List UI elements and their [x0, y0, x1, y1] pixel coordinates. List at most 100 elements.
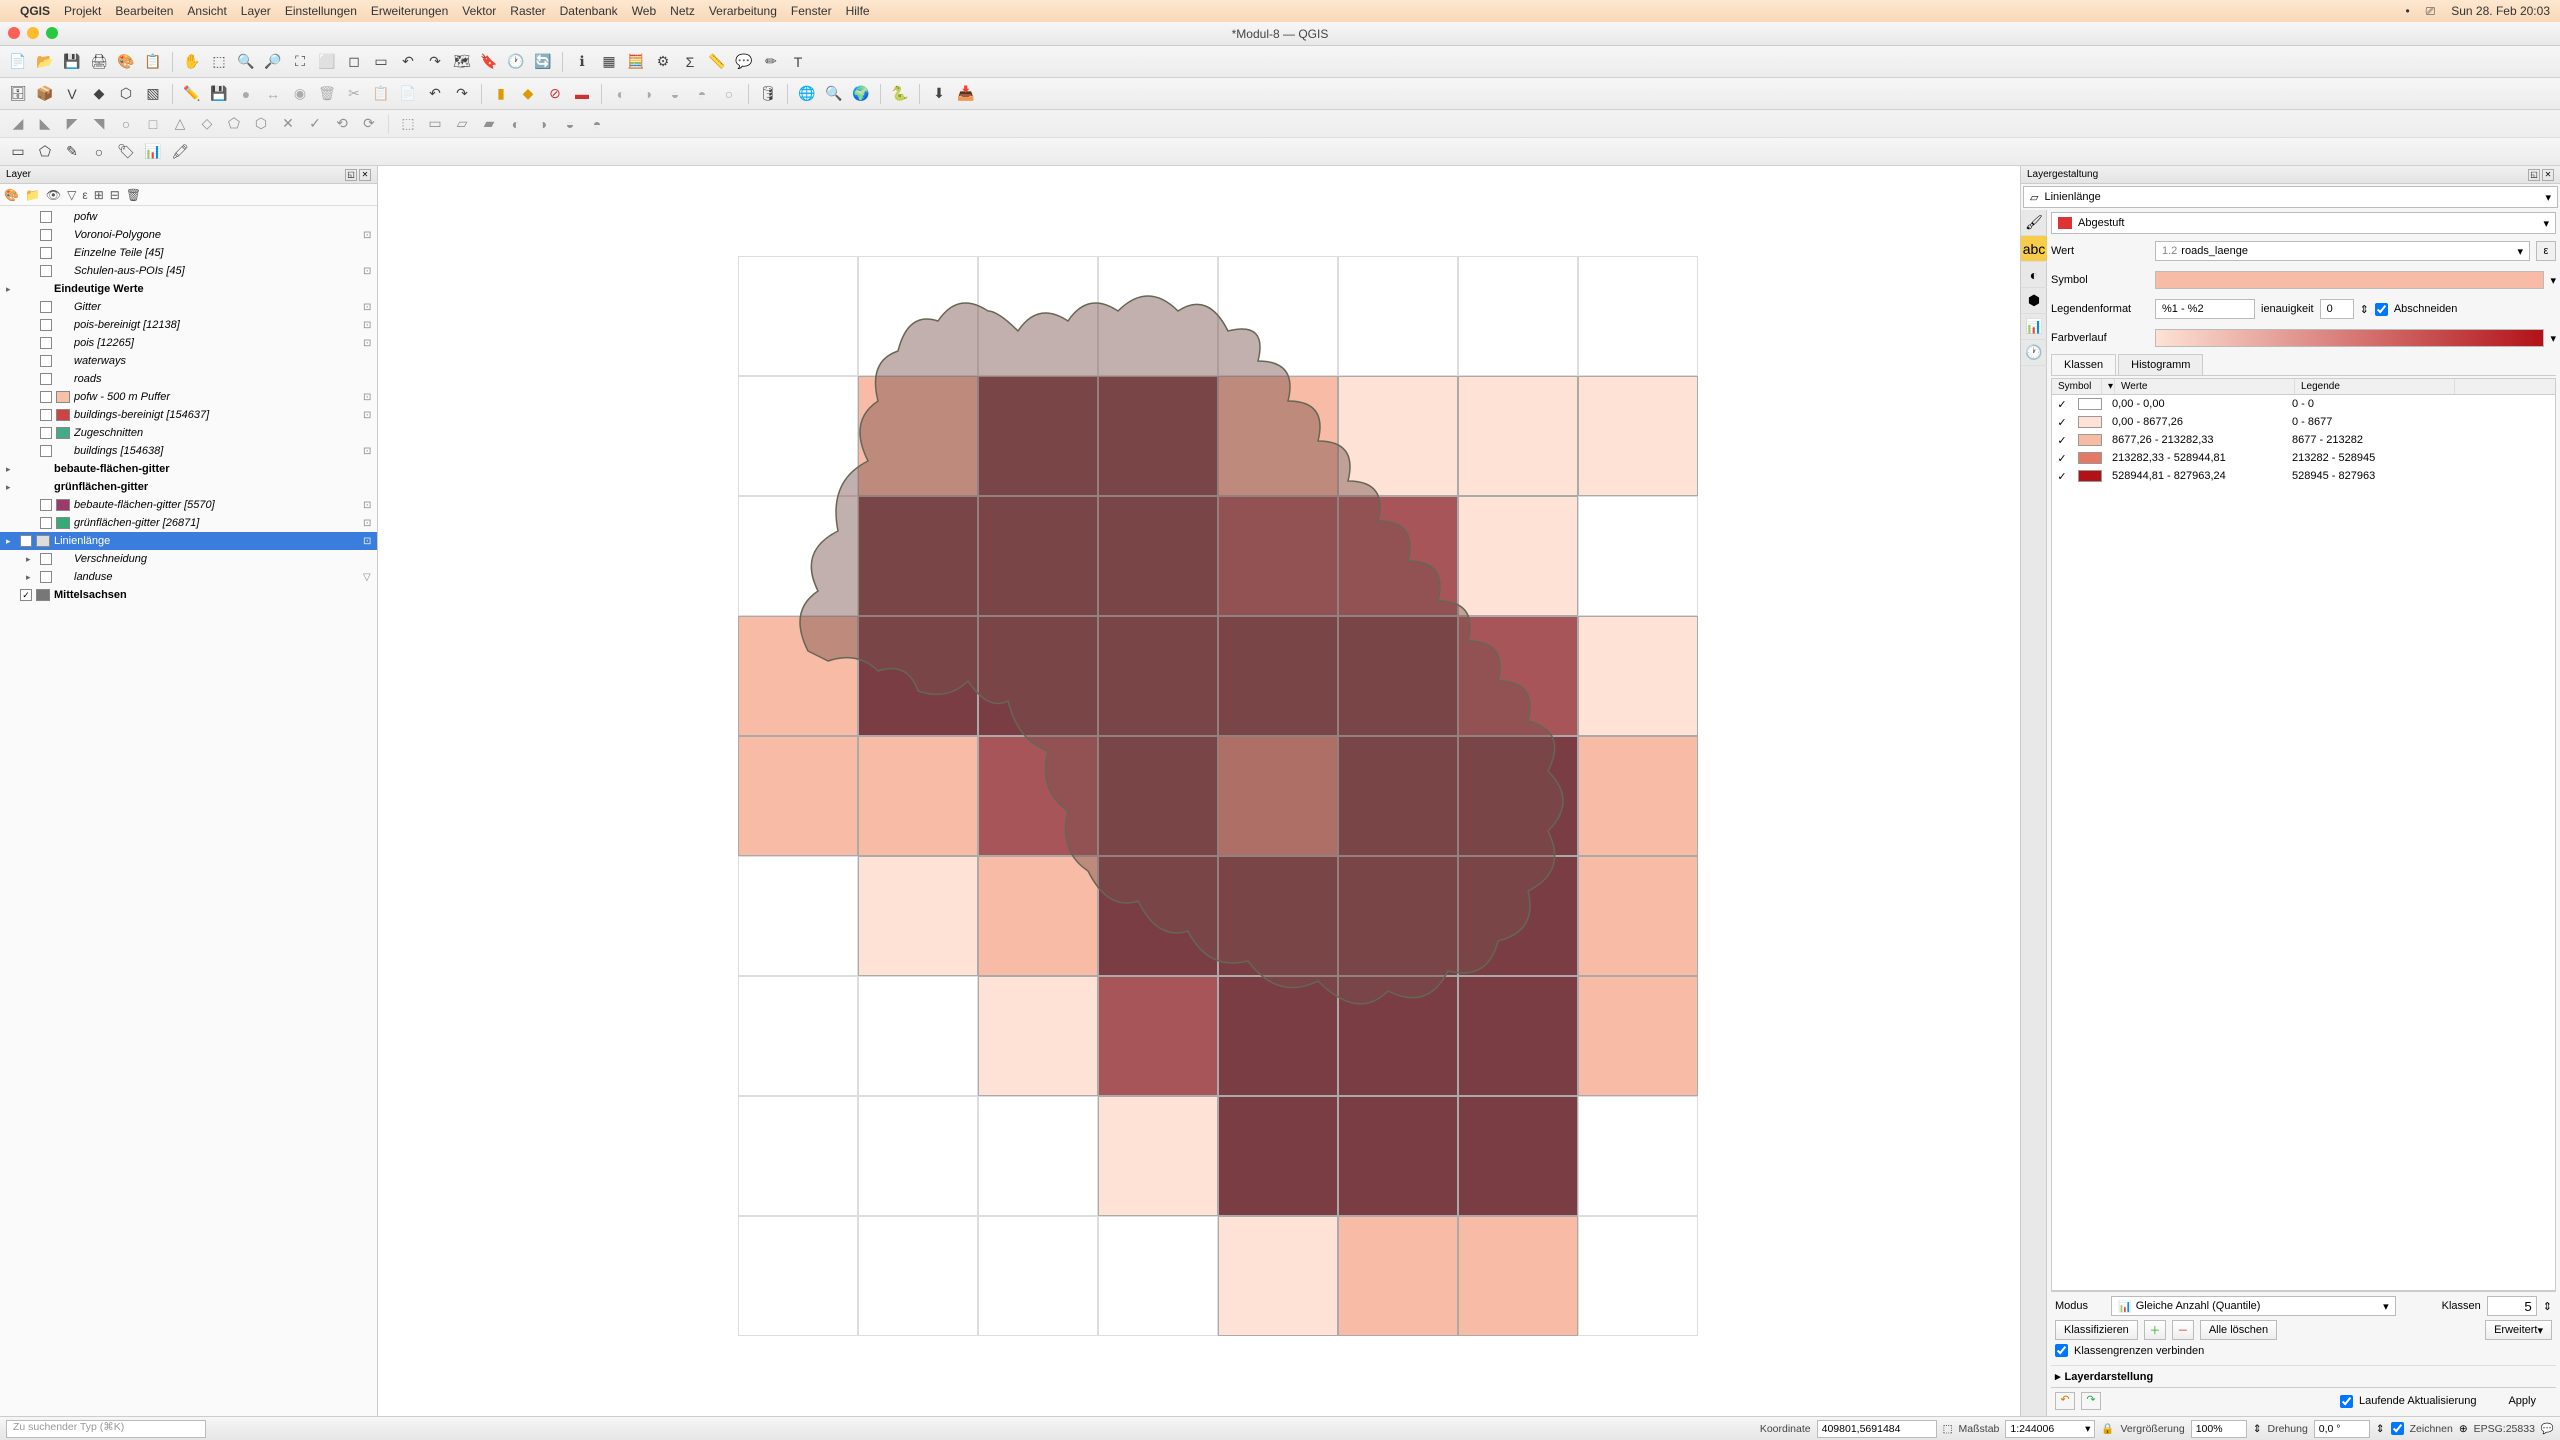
print-layout-icon[interactable]: 🖨 — [87, 50, 111, 74]
refresh-icon[interactable]: 🔄 — [531, 50, 555, 74]
layer-row[interactable]: pois [12265]⊡ — [0, 334, 377, 352]
layer-row[interactable]: buildings-bereinigt [154637]⊡ — [0, 406, 377, 424]
delete-all-button[interactable]: Alle löschen — [2200, 1320, 2277, 1340]
class-row[interactable]: ✓0,00 - 0,000 - 0 — [2052, 395, 2555, 413]
vtab-labels-icon[interactable]: abc — [2021, 236, 2047, 262]
layer-visibility-icon[interactable]: 👁 — [46, 188, 61, 202]
label-tool-icon[interactable]: 🏷 — [114, 140, 138, 164]
advanced-button[interactable]: Erweitert ▾ — [2485, 1320, 2552, 1340]
class-row[interactable]: ✓213282,33 - 528944,81213282 - 528945 — [2052, 449, 2555, 467]
layer-row[interactable]: pofw — [0, 208, 377, 226]
layer-filter-icon[interactable]: ▽ — [67, 188, 76, 202]
layer-checkbox[interactable] — [40, 517, 52, 529]
menu-hilfe[interactable]: Hilfe — [846, 4, 870, 18]
menu-bearbeiten[interactable]: Bearbeiten — [115, 4, 173, 18]
maximize-button[interactable] — [46, 27, 58, 39]
zoom-out-icon[interactable]: 🔎 — [261, 50, 285, 74]
remove-class-button[interactable]: － — [2172, 1320, 2194, 1340]
zoom-native-icon[interactable]: ⛶ — [288, 50, 312, 74]
vtab-masks-icon[interactable]: ◐ — [2021, 262, 2047, 288]
layer-rendering-section[interactable]: ▸ Layerdarstellung — [2051, 1365, 2556, 1387]
field-calc-icon[interactable]: 🧮 — [624, 50, 648, 74]
app-name[interactable]: QGIS — [20, 4, 50, 18]
sel-rect-icon[interactable]: ▭ — [6, 140, 30, 164]
layer-row[interactable]: ▸bebaute-flächen-gitter — [0, 460, 377, 478]
panel-float-icon[interactable]: ◱ — [345, 169, 357, 181]
layer-expr-icon[interactable]: ε — [82, 188, 87, 202]
rot-field[interactable]: 0,0 ° — [2314, 1420, 2370, 1438]
layer-checkbox[interactable] — [40, 355, 52, 367]
layer-checkbox[interactable] — [40, 427, 52, 439]
vtab-symbology-icon[interactable]: 🖌 — [2021, 210, 2047, 236]
panel-close-icon[interactable]: ✕ — [2542, 169, 2554, 181]
menu-web[interactable]: Web — [632, 4, 656, 18]
style-manager-icon[interactable]: 🎨 — [114, 50, 138, 74]
zoom-selection-icon[interactable]: ◻ — [342, 50, 366, 74]
precision-spinner-icon[interactable]: ⇕ — [2360, 303, 2369, 316]
map-tips-icon[interactable]: 💬 — [732, 50, 756, 74]
layer-checkbox[interactable] — [40, 265, 52, 277]
chevron-down-icon[interactable]: ▾ — [2550, 332, 2556, 345]
scale-field[interactable]: 1:244006▾ — [2005, 1420, 2095, 1438]
select-features-icon[interactable]: ▮ — [489, 82, 513, 106]
classes-spinner-icon[interactable]: ⇕ — [2543, 1300, 2552, 1313]
new-map-view-icon[interactable]: 🗺 — [450, 50, 474, 74]
diagram-icon[interactable]: 📊 — [141, 140, 165, 164]
layer-checkbox[interactable] — [40, 373, 52, 385]
osm-import-icon[interactable]: 📥 — [954, 82, 978, 106]
pan-selection-icon[interactable]: ⬚ — [207, 50, 231, 74]
messages-icon[interactable]: 💬 — [2541, 1422, 2554, 1435]
classes-table[interactable]: Symbol ▾ Werte Legende ✓0,00 - 0,000 - 0… — [2051, 378, 2556, 1291]
python-console-icon[interactable]: 🐍 — [888, 82, 912, 106]
class-row[interactable]: ✓528944,81 - 827963,24528945 - 827963 — [2052, 467, 2555, 485]
vtab-diagrams-icon[interactable]: 📊 — [2021, 314, 2047, 340]
new-shapefile-icon[interactable]: V — [60, 82, 84, 106]
metasearch-icon[interactable]: 🔍 — [822, 82, 846, 106]
save-edits-icon[interactable]: 💾 — [207, 82, 231, 106]
attribute-table-icon[interactable]: ▦ — [597, 50, 621, 74]
layout-manager-icon[interactable]: 📋 — [141, 50, 165, 74]
value-field[interactable]: 1.2roads_laenge▾ — [2155, 241, 2530, 261]
menu-einstellungen[interactable]: Einstellungen — [285, 4, 357, 18]
crs-label[interactable]: EPSG:25833 — [2474, 1423, 2535, 1435]
close-button[interactable] — [8, 27, 20, 39]
layer-row[interactable]: Zugeschnitten — [0, 424, 377, 442]
panel-close-icon[interactable]: ✕ — [359, 169, 371, 181]
text-annotation-icon[interactable]: T — [786, 50, 810, 74]
redo-icon[interactable]: ↷ — [450, 82, 474, 106]
deselect-icon[interactable]: ⊘ — [543, 82, 567, 106]
layer-checkbox[interactable] — [40, 337, 52, 349]
new-geopackage-icon[interactable]: 📦 — [33, 82, 57, 106]
scale-lock-icon[interactable]: 🔒 — [2101, 1422, 2114, 1435]
open-project-icon[interactable]: 📂 — [33, 50, 57, 74]
add-class-button[interactable]: ＋ — [2144, 1320, 2166, 1340]
zoom-in-icon[interactable]: 🔍 — [234, 50, 258, 74]
undo-style-button[interactable]: ↶ — [2055, 1392, 2075, 1410]
redo-style-button[interactable]: ↷ — [2081, 1392, 2101, 1410]
panel-float-icon[interactable]: ◱ — [2528, 169, 2540, 181]
layer-row[interactable]: waterways — [0, 352, 377, 370]
select-value-icon[interactable]: ◆ — [516, 82, 540, 106]
mag-field[interactable]: 100% — [2191, 1420, 2247, 1438]
crs-icon[interactable]: ⊕ — [2459, 1423, 2468, 1435]
temporal-icon[interactable]: 🕐 — [504, 50, 528, 74]
menu-ansicht[interactable]: Ansicht — [187, 4, 226, 18]
menu-verarbeitung[interactable]: Verarbeitung — [709, 4, 777, 18]
classify-button[interactable]: Klassifizieren — [2055, 1320, 2138, 1340]
live-update-checkbox[interactable] — [2340, 1395, 2353, 1408]
sel-poly-icon[interactable]: ⬠ — [33, 140, 57, 164]
layer-checkbox[interactable]: ✓ — [20, 535, 32, 547]
db-manager-icon[interactable]: 🛢 — [756, 82, 780, 106]
measure-icon[interactable]: 📏 — [705, 50, 729, 74]
layer-checkbox[interactable]: ✓ — [20, 589, 32, 601]
undo-icon[interactable]: ↶ — [423, 82, 447, 106]
menu-vektor[interactable]: Vektor — [462, 4, 496, 18]
select-all-icon[interactable]: ▬ — [570, 82, 594, 106]
layer-row[interactable]: pois-bereinigt [12138]⊡ — [0, 316, 377, 334]
layer-add-group-icon[interactable]: 📁 — [25, 188, 40, 202]
control-center-icon[interactable]: ⎚ — [2426, 4, 2436, 19]
render-checkbox[interactable] — [2391, 1422, 2404, 1435]
identify-icon[interactable]: ℹ — [570, 50, 594, 74]
minimize-button[interactable] — [27, 27, 39, 39]
menu-projekt[interactable]: Projekt — [64, 4, 101, 18]
